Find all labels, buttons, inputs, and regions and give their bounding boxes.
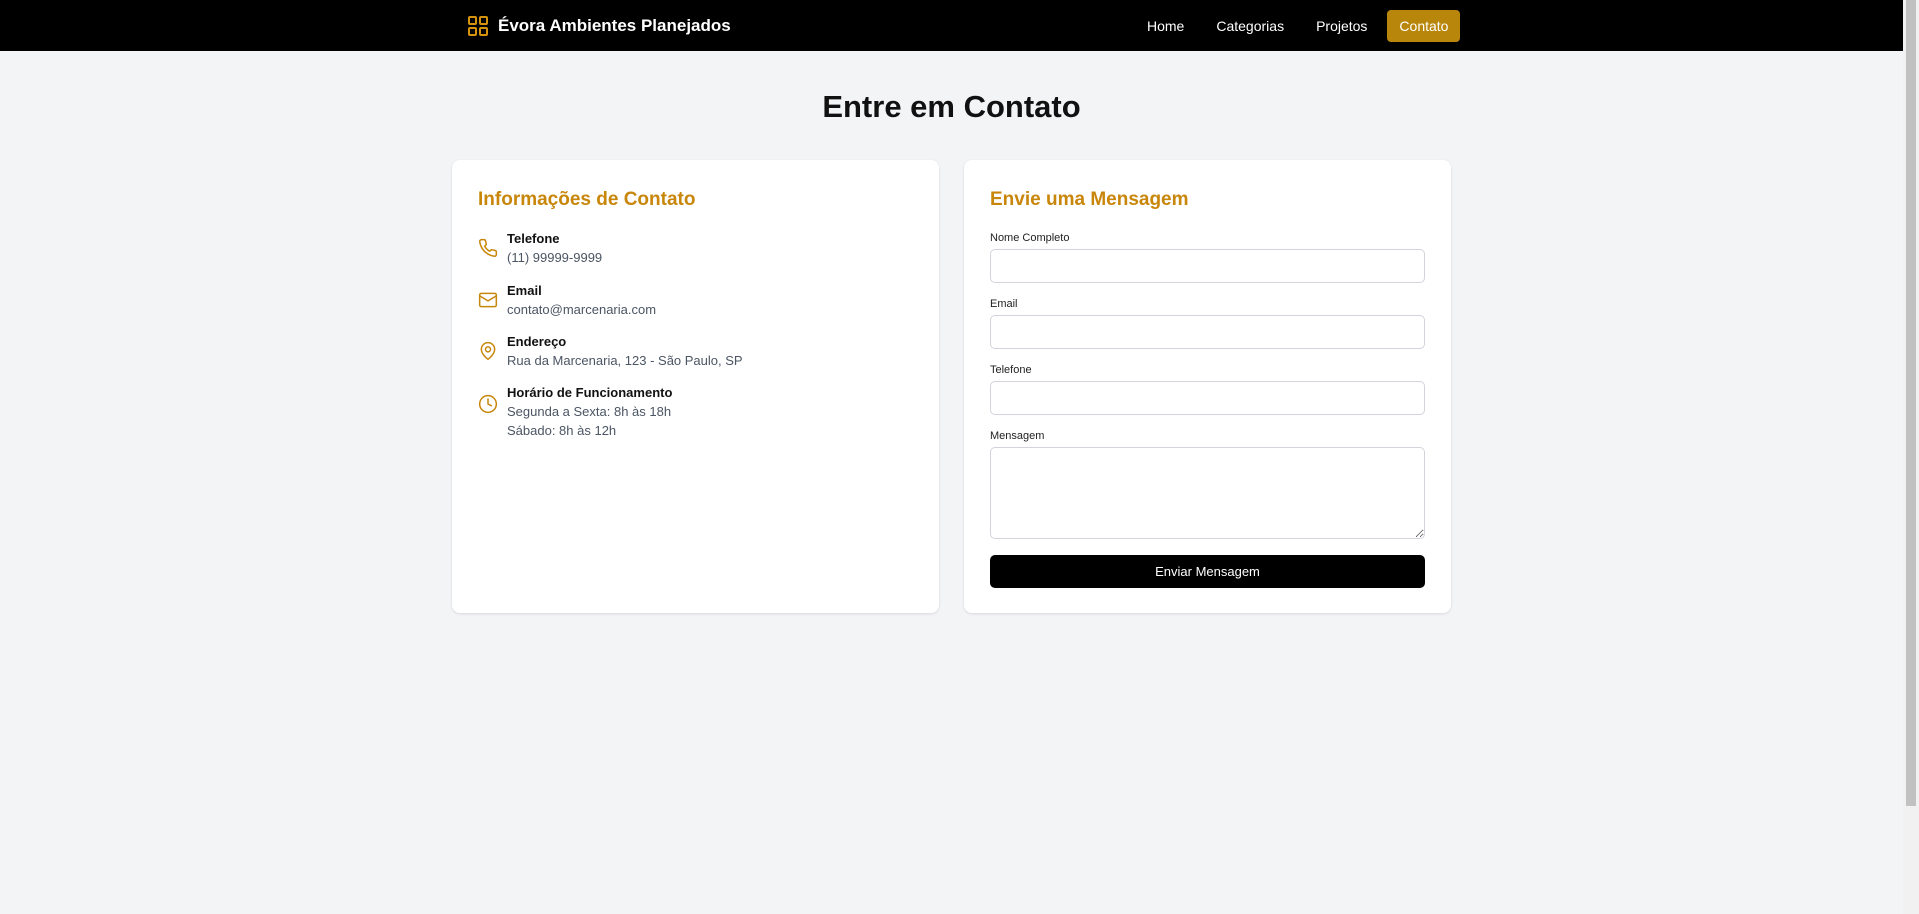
send-message-button[interactable]: Enviar Mensagem — [990, 555, 1425, 588]
message-field[interactable] — [990, 447, 1425, 539]
brand-name: Évora Ambientes Planejados — [498, 16, 731, 35]
email-field-label: Email — [990, 298, 1018, 310]
grid-icon — [468, 16, 488, 36]
contact-info-card: Informações de Contato Telefone (11) 999… — [452, 160, 939, 613]
page-title: Entre em Contato — [822, 89, 1081, 124]
contact-item-phone: Telefone (11) 99999-9999 — [478, 230, 918, 270]
nav-link-contato[interactable]: Contato — [1387, 10, 1461, 42]
contact-item-label: Telefone — [507, 231, 560, 246]
mail-icon — [478, 292, 498, 308]
contact-item-text: Email contato@marcenaria.com — [507, 282, 656, 319]
nav-link-projetos[interactable]: Projetos — [1304, 10, 1379, 42]
contact-item-text: Telefone (11) 99999-9999 — [507, 230, 602, 267]
nav-links: Home Categorias Projetos Contato — [1135, 10, 1461, 42]
nav-link-categorias[interactable]: Categorias — [1204, 10, 1296, 42]
clock-icon — [478, 394, 498, 414]
contact-item-label: Horário de Funcionamento — [507, 385, 673, 400]
top-navbar: Évora Ambientes Planejados Home Categori… — [0, 0, 1903, 51]
contact-item-value: Rua da Marcenaria, 123 - São Paulo, SP — [507, 353, 743, 368]
phone-field-label: Telefone — [990, 364, 1032, 376]
brand[interactable]: Évora Ambientes Planejados — [466, 13, 731, 39]
contact-item-text: Endereço Rua da Marcenaria, 123 - São Pa… — [507, 333, 743, 370]
contact-item-value: Segunda a Sexta: 8h às 18h — [507, 404, 672, 419]
contact-item-value: Sábado: 8h às 12h — [507, 423, 617, 438]
name-field-label: Nome Completo — [990, 232, 1070, 244]
page-scrollbar[interactable] — [1903, 0, 1919, 914]
message-form-card: Envie uma Mensagem Nome Completo Email T… — [964, 160, 1451, 613]
contact-item-label: Endereço — [507, 334, 567, 349]
nav-link-home[interactable]: Home — [1135, 10, 1196, 42]
name-field[interactable] — [990, 249, 1425, 283]
scrollbar-thumb[interactable] — [1906, 0, 1916, 806]
map-pin-icon — [480, 341, 496, 361]
contact-item-text: Horário de Funcionamento Segunda a Sexta… — [507, 384, 672, 440]
message-field-label: Mensagem — [990, 430, 1045, 442]
contact-item-hours: Horário de Funcionamento Segunda a Sexta… — [478, 384, 918, 444]
email-field[interactable] — [990, 315, 1425, 349]
contact-item-value: (11) 99999-9999 — [507, 250, 603, 265]
phone-field[interactable] — [990, 381, 1425, 415]
contact-info-title: Informações de Contato — [478, 189, 696, 210]
contact-item-address: Endereço Rua da Marcenaria, 123 - São Pa… — [478, 333, 918, 373]
contact-item-label: Email — [507, 283, 542, 298]
contact-item-email: Email contato@marcenaria.com — [478, 282, 918, 322]
phone-icon — [479, 238, 498, 257]
contact-item-value: contato@marcenaria.com — [507, 302, 657, 317]
message-form-title: Envie uma Mensagem — [990, 189, 1189, 210]
